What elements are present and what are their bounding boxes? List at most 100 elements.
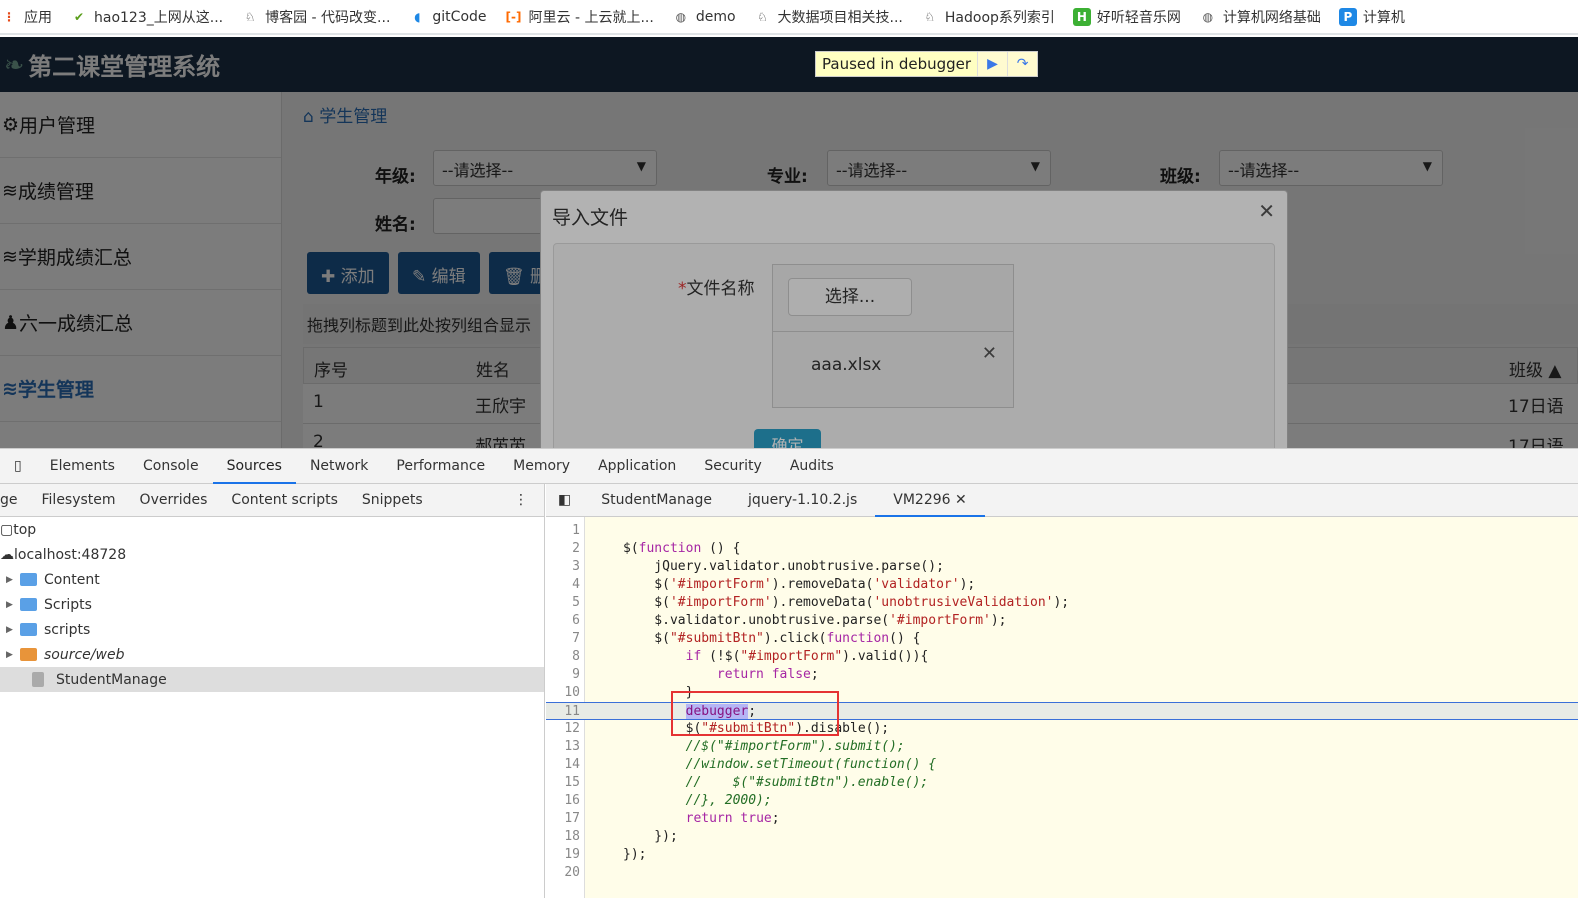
expand-arrow-icon[interactable]: ▶	[6, 650, 16, 660]
bookmark-1[interactable]: ✔ hao123_上网从这...	[70, 7, 223, 27]
tab-sources[interactable]: Sources	[212, 449, 296, 484]
folder-icon	[20, 573, 37, 586]
file-tab-label: jquery-1.10.2.js	[747, 491, 858, 508]
bookmark-8[interactable]: H 好听轻音乐网	[1072, 7, 1181, 27]
tree-item[interactable]: ▢ top	[0, 517, 544, 542]
line-number[interactable]: 13	[546, 738, 580, 756]
code-token: $(	[623, 595, 670, 610]
toggle-navigator-icon[interactable]: ◧	[546, 484, 583, 517]
bookmark-0[interactable]: ⋮ 应用	[0, 7, 52, 27]
step-over-icon[interactable]: ↷	[1007, 52, 1038, 76]
bookmark-10[interactable]: P 计算机	[1338, 7, 1405, 27]
line-number[interactable]: 10	[546, 684, 580, 702]
frame-icon: ▢	[0, 521, 14, 538]
navigator-tab[interactable]: Snippets	[350, 492, 435, 508]
expand-arrow-icon[interactable]: ▶	[6, 575, 16, 585]
line-number[interactable]: 20	[546, 864, 580, 882]
bookmark-label: 大数据项目相关技...	[777, 9, 903, 26]
code-token: $(	[623, 577, 670, 592]
code-token: function	[826, 631, 890, 646]
line-number[interactable]: 6	[546, 612, 580, 630]
close-icon[interactable]: ✕	[951, 492, 967, 508]
line-number[interactable]: 5	[546, 594, 580, 612]
line-number[interactable]: 8	[546, 648, 580, 666]
line-number[interactable]: 14	[546, 756, 580, 774]
code-token: "#importForm"	[740, 649, 843, 664]
tree-item[interactable]: ▶ source/web	[0, 642, 544, 667]
bookmark-9[interactable]: ◍ 计算机网络基础	[1199, 7, 1321, 27]
tree-item[interactable]: ▶ Scripts	[0, 592, 544, 617]
file-tab[interactable]: jquery-1.10.2.js	[730, 484, 875, 517]
tab-security[interactable]: Security	[690, 449, 776, 484]
tree-item[interactable]: StudentManage	[0, 667, 544, 692]
code-text: });	[623, 828, 678, 846]
bookmark-label: 博客园 - 代码改变...	[265, 9, 391, 26]
line-number[interactable]: 7	[546, 630, 580, 648]
expand-arrow-icon[interactable]: ▶	[6, 625, 16, 635]
tab-console[interactable]: Console	[129, 449, 213, 484]
code-line: 17 return true;	[546, 810, 1578, 828]
bookmark-label: demo	[695, 8, 736, 25]
tab-application[interactable]: Application	[584, 449, 690, 484]
file-tab[interactable]: StudentManage	[583, 484, 730, 517]
line-number[interactable]: 4	[546, 576, 580, 594]
navigator-tabs: ge Filesystem Overrides Content scripts Snip…	[0, 484, 544, 517]
code-token: });	[623, 829, 678, 844]
code-text: $.validator.unobtrusive.parse('#importFo…	[623, 612, 1006, 630]
resume-icon[interactable]: ▶	[977, 52, 1008, 76]
more-icon[interactable]: ⋮	[514, 492, 528, 508]
line-number[interactable]: 2	[546, 540, 580, 558]
line-number[interactable]: 16	[546, 792, 580, 810]
line-number[interactable]: 3	[546, 558, 580, 576]
bookmark-label: 好听轻音乐网	[1096, 9, 1181, 26]
tree-item[interactable]: ▶ Content	[0, 567, 544, 592]
tab-performance[interactable]: Performance	[382, 449, 499, 484]
folder-icon	[20, 598, 37, 611]
bookmark-6[interactable]: ♘ 大数据项目相关技...	[754, 7, 903, 27]
code-editor[interactable]: 1 2 $(function () {3 jQuery.validator.unob…	[546, 517, 1578, 898]
line-number[interactable]: 11	[546, 703, 580, 721]
devtools: ▯ Elements Console Sources Network Performan…	[0, 448, 1578, 898]
code-line: 14 //window.setTimeout(function() {	[546, 756, 1578, 774]
navigator-tab[interactable]: Content scripts	[219, 492, 349, 508]
bookmark-label: gitCode	[432, 8, 487, 25]
line-number[interactable]: 9	[546, 666, 580, 684]
code-token: $(	[623, 541, 639, 556]
line-number[interactable]: 17	[546, 810, 580, 828]
navigator-tab[interactable]: ge	[0, 492, 30, 508]
code-token: "#submitBtn"	[669, 631, 764, 646]
debugger-overlay	[0, 37, 1578, 448]
device-toggle-icon[interactable]: ▯	[0, 449, 36, 484]
tab-network[interactable]: Network	[296, 449, 382, 484]
bookmark-5[interactable]: ◍ demo	[672, 8, 736, 26]
file-tab[interactable]: VM2296 ✕	[875, 484, 985, 517]
apps-icon: ⋮	[3, 9, 15, 24]
cnblogs-icon: ♘	[757, 9, 768, 24]
bookmark-4[interactable]: [-] 阿里云 - 上云就上...	[505, 7, 654, 27]
code-text: jQuery.validator.unobtrusive.parse();	[623, 558, 944, 576]
navigator-tab[interactable]: Filesystem	[30, 492, 128, 508]
aliyun-icon: [-]	[505, 9, 522, 24]
tree-item[interactable]: ☁ localhost:48728	[0, 542, 544, 567]
code-token: ).removeData(	[771, 595, 874, 610]
bookmark-3[interactable]: ◖ gitCode	[408, 8, 486, 26]
code-token: (!$(	[701, 649, 741, 664]
tree-item[interactable]: ▶ scripts	[0, 617, 544, 642]
bookmark-7[interactable]: ♘ Hadoop系列索引	[921, 7, 1055, 27]
line-number[interactable]: 12	[546, 720, 580, 738]
navigator-tab[interactable]: Overrides	[128, 492, 220, 508]
tab-audits[interactable]: Audits	[776, 449, 848, 484]
line-number[interactable]: 18	[546, 828, 580, 846]
code-line: 6 $.validator.unobtrusive.parse('#import…	[546, 612, 1578, 630]
code-text: //}, 2000);	[623, 792, 772, 810]
line-number[interactable]: 19	[546, 846, 580, 864]
expand-arrow-icon[interactable]: ▶	[6, 600, 16, 610]
tab-elements[interactable]: Elements	[36, 449, 129, 484]
tab-memory[interactable]: Memory	[499, 449, 584, 484]
line-number[interactable]: 1	[546, 522, 580, 540]
line-number[interactable]: 15	[546, 774, 580, 792]
code-token: '#importForm'	[669, 595, 772, 610]
code-text: // $("#submitBtn").enable();	[623, 774, 929, 792]
bookmark-2[interactable]: ♘ 博客园 - 代码改变...	[241, 7, 391, 27]
